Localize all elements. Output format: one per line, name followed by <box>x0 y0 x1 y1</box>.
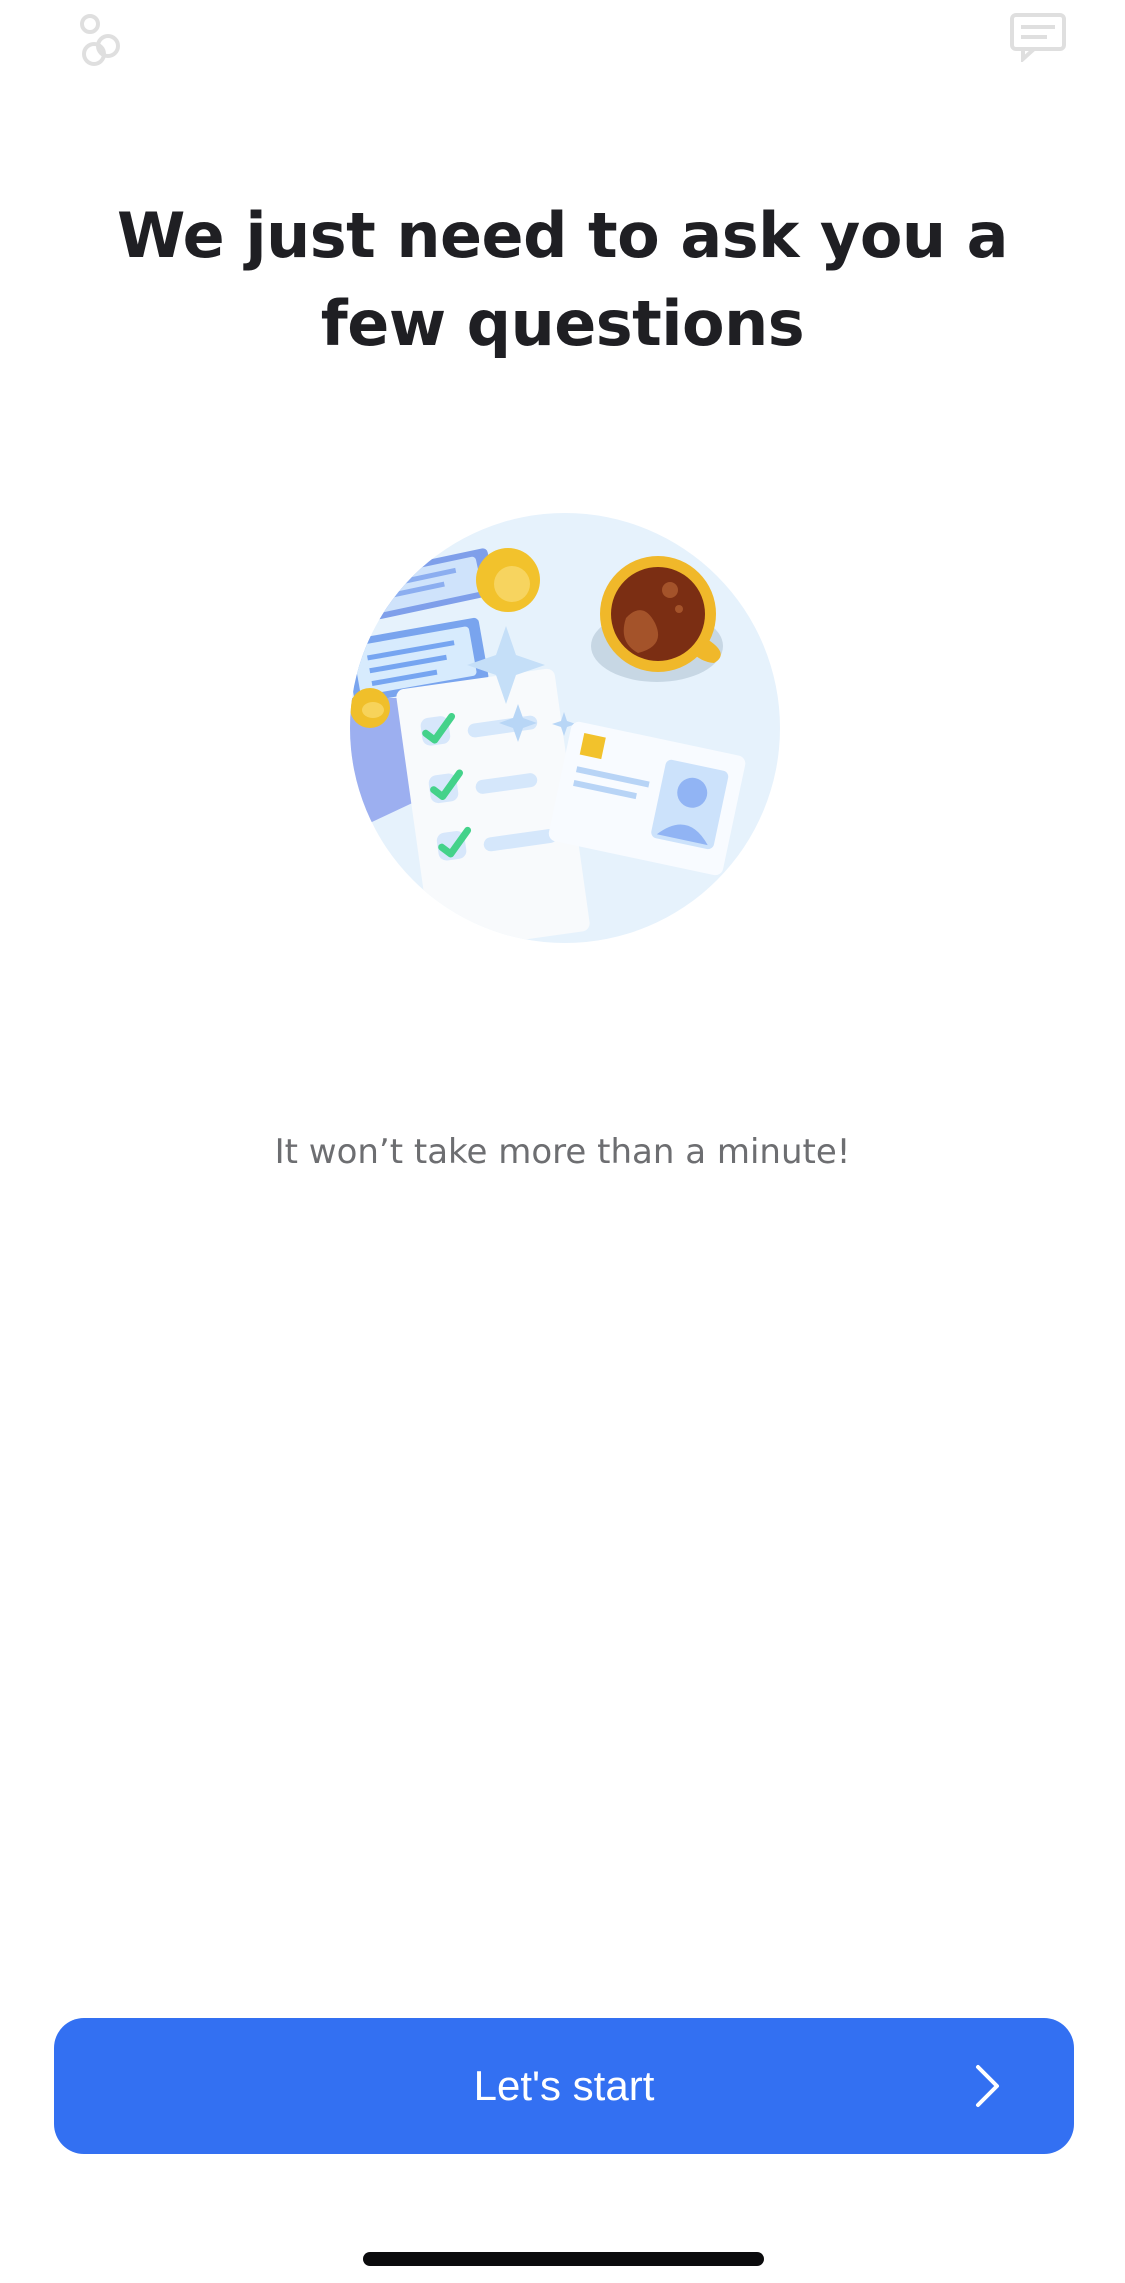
subtitle: It won’t take more than a minute! <box>274 1132 851 1172</box>
user-coins-icon[interactable] <box>72 12 128 68</box>
lets-start-button-label: Let's start <box>473 2062 655 2109</box>
chat-icon[interactable] <box>1009 12 1067 64</box>
page-title: We just need to ask you a few questions <box>117 198 1008 360</box>
lets-start-button[interactable]: Let's start <box>54 2018 1074 2154</box>
home-indicator[interactable] <box>363 2252 764 2266</box>
chevron-right-icon <box>974 2063 1002 2109</box>
checklist-coffee-illustration <box>340 508 790 958</box>
